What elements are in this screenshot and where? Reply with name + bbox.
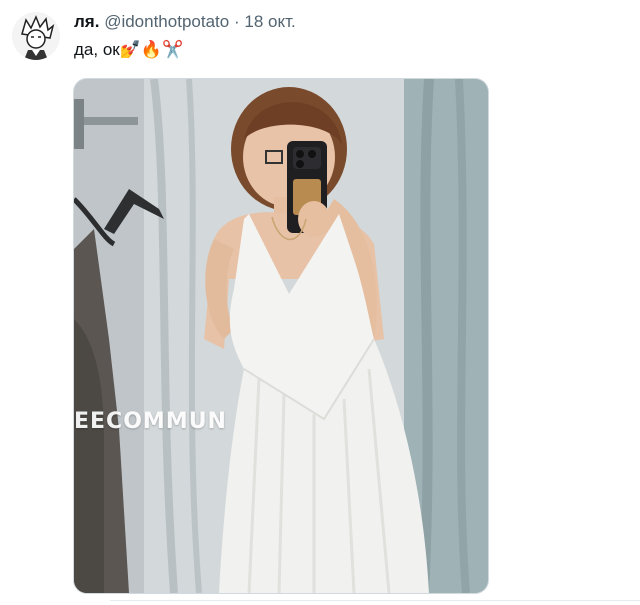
watermark-text: EECOMMUN (74, 409, 227, 434)
avatar[interactable] (12, 12, 60, 60)
fitting-room-photo (74, 79, 488, 593)
divider (110, 600, 640, 601)
avatar-image (12, 12, 60, 60)
tweet-header: ля. @idonthotpotato · 18 окт. (74, 12, 296, 32)
display-name[interactable]: ля. (74, 12, 99, 31)
tweet-text: да, ок💅🔥✂️ (74, 40, 183, 60)
tweet-text-content: да, ок (74, 40, 120, 59)
tweet-date[interactable]: 18 окт. (244, 12, 295, 31)
emoji-icons: 💅🔥✂️ (119, 40, 184, 59)
handle[interactable]: @idonthotpotato (104, 12, 229, 31)
separator: · (233, 12, 240, 31)
tweet-photo[interactable]: EECOMMUN (73, 78, 489, 594)
